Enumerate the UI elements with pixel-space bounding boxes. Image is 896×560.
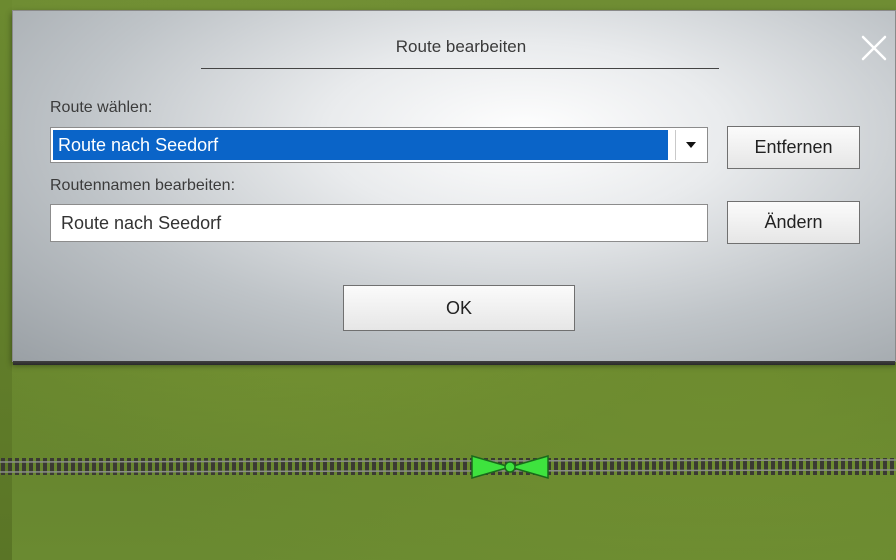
change-button[interactable]: Ändern [727,201,860,244]
map-viewport[interactable]: Route bearbeiten Route wählen: Route nac… [0,0,896,560]
close-icon[interactable] [859,33,889,63]
chevron-down-icon[interactable] [675,130,705,160]
route-select-value[interactable]: Route nach Seedorf [53,130,668,160]
title-divider [201,68,719,69]
remove-button[interactable]: Entfernen [727,126,860,169]
railway-track[interactable] [0,452,896,482]
dialog-title: Route bearbeiten [395,37,527,56]
rename-label: Routennamen bearbeiten: [50,177,236,194]
route-edit-dialog: Route bearbeiten Route wählen: Route nac… [12,10,896,365]
route-name-input[interactable]: Route nach Seedorf [50,204,708,242]
route-select[interactable]: Route nach Seedorf [50,127,708,163]
ok-button[interactable]: OK [343,285,575,331]
select-route-label: Route wählen: [50,99,153,116]
